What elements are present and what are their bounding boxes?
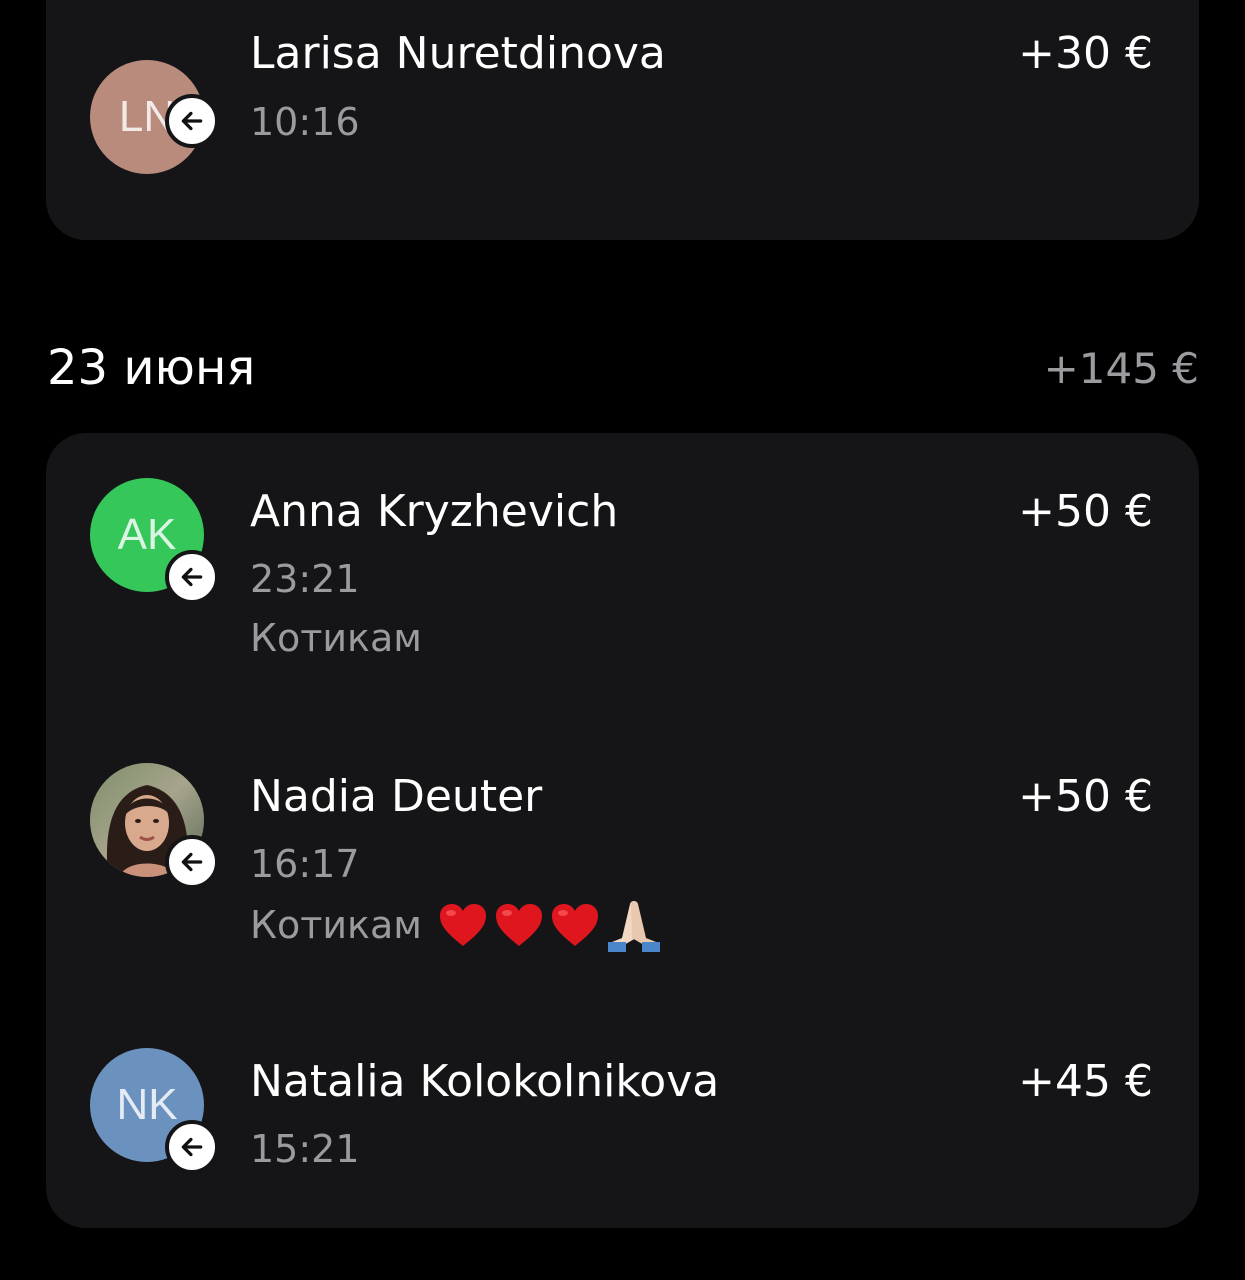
incoming-badge [165, 550, 219, 604]
comment-text: Котикам [250, 903, 422, 947]
avatar-initials: NK [116, 1080, 178, 1129]
transaction-time: 15:21 [250, 1127, 360, 1171]
transaction-row[interactable]: LN Larisa Nuretdinova +30 € 10:16 [46, 0, 1199, 200]
transaction-time: 23:21 [250, 557, 360, 601]
transaction-amount: +50 € [1018, 771, 1153, 822]
transaction-comment: Котикам [250, 898, 662, 952]
avatar-initials: AK [117, 510, 177, 559]
transaction-row[interactable]: NK Natalia Kolokolnikova +45 € 15:21 [46, 1003, 1199, 1228]
incoming-badge [165, 94, 219, 148]
comment-emojis [438, 898, 662, 952]
section-date: 23 июня [47, 340, 256, 396]
arrow-left-icon [181, 111, 203, 131]
incoming-badge [165, 835, 219, 889]
transaction-group-card: AK Anna Kryzhevich +50 € 23:21 Котикам N… [46, 433, 1199, 1228]
transaction-amount: +50 € [1018, 486, 1153, 537]
heart-icon [439, 904, 486, 946]
sender-name: Anna Kryzhevich [250, 486, 619, 537]
praying-hands-icon [607, 901, 660, 952]
transaction-time: 16:17 [250, 842, 360, 886]
incoming-badge [165, 1120, 219, 1174]
transaction-time: 10:16 [250, 100, 360, 144]
heart-icon [551, 904, 598, 946]
section-total: +145 € [1043, 344, 1199, 393]
arrow-left-icon [181, 1137, 203, 1157]
transaction-row[interactable]: Nadia Deuter +50 € 16:17 Котикам [46, 718, 1199, 998]
arrow-left-icon [181, 852, 203, 872]
comment-text: Котикам [250, 616, 422, 660]
sender-name: Nadia Deuter [250, 771, 543, 822]
transaction-comment: Котикам [250, 616, 422, 660]
transaction-group-card: LN Larisa Nuretdinova +30 € 10:16 [46, 0, 1199, 240]
arrow-left-icon [181, 567, 203, 587]
heart-icon [495, 904, 542, 946]
transaction-amount: +30 € [1018, 28, 1153, 79]
sender-name: Natalia Kolokolnikova [250, 1056, 720, 1107]
transaction-amount: +45 € [1018, 1056, 1153, 1107]
sender-name: Larisa Nuretdinova [250, 28, 666, 79]
transaction-row[interactable]: AK Anna Kryzhevich +50 € 23:21 Котикам [46, 433, 1199, 713]
